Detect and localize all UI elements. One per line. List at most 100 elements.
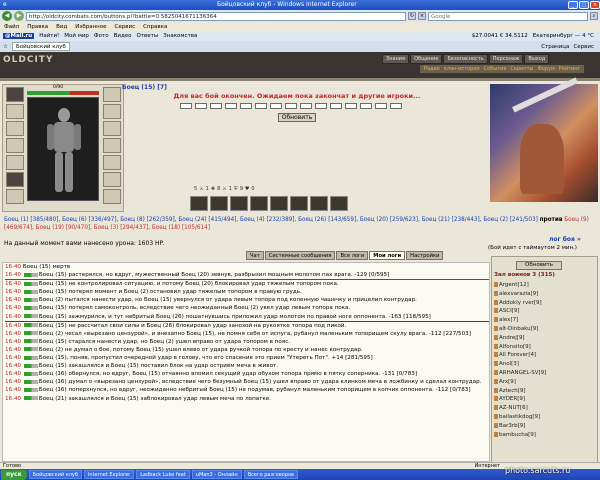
nav-knowledge[interactable]: Знания xyxy=(382,54,410,64)
tab-settings[interactable]: Настройки xyxy=(406,251,444,260)
shield-slot[interactable] xyxy=(103,121,121,136)
taskbar-item[interactable]: Internet Explorer xyxy=(83,470,135,479)
bracer-slot[interactable] xyxy=(6,189,24,204)
battle-log-link[interactable]: лог боя » xyxy=(549,236,581,243)
grid-cell[interactable] xyxy=(345,103,357,109)
tab-my-logs[interactable]: Мои логи xyxy=(369,251,406,260)
toolbar-video[interactable]: Видео xyxy=(114,33,132,39)
grid-cell[interactable] xyxy=(300,103,312,109)
refresh-list-button[interactable]: Обновить xyxy=(516,261,562,270)
nav-security[interactable]: Безопасность xyxy=(443,54,488,64)
skill-icon[interactable] xyxy=(230,196,248,211)
search-input[interactable]: Google xyxy=(428,11,588,21)
grid-cell[interactable] xyxy=(285,103,297,109)
taskbar-item[interactable]: Ladback Luke feat xyxy=(136,470,190,479)
taskbar-item[interactable]: uMan3 - Онлайн xyxy=(191,470,242,479)
player-list-item[interactable]: AZ-NUT[6] xyxy=(494,404,594,413)
subnav-rating[interactable]: Рейтинг xyxy=(559,66,580,72)
player-list-item[interactable]: alexvarazia[9] xyxy=(494,290,594,299)
grid-cell[interactable] xyxy=(315,103,327,109)
grid-cell[interactable] xyxy=(240,103,252,109)
maximize-icon[interactable]: □ xyxy=(579,1,589,9)
weapon-slot[interactable] xyxy=(6,121,24,136)
amulet-slot[interactable] xyxy=(6,104,24,119)
skill-icon[interactable] xyxy=(310,196,328,211)
player-list-item[interactable]: ARHANGEL-SV[9] xyxy=(494,369,594,378)
player-list-item[interactable]: alt-Dinbaku[9] xyxy=(494,325,594,334)
player-list-item[interactable]: Arx[9] xyxy=(494,378,594,387)
grid-cell[interactable] xyxy=(270,103,282,109)
player-list-item[interactable]: Addokly rver[9] xyxy=(494,299,594,308)
subnav-radio[interactable]: Радио xyxy=(424,66,440,72)
start-button[interactable]: пуск xyxy=(1,469,27,480)
player-list-item[interactable]: Andrej[9] xyxy=(494,334,594,343)
gloves-slot[interactable] xyxy=(103,104,121,119)
toolbar-my-world[interactable]: Мой мир xyxy=(64,33,89,39)
menu-help[interactable]: Справка xyxy=(143,24,167,30)
helmet-slot[interactable] xyxy=(6,87,24,102)
taskbar-item[interactable]: Всего разговоров xyxy=(243,470,299,479)
player-list-item[interactable]: Alfonsito[9] xyxy=(494,343,594,352)
toolbar-dating[interactable]: Знакомства xyxy=(163,33,197,39)
menu-file[interactable]: Файл xyxy=(4,24,19,30)
player-list-item[interactable]: AYDER[9] xyxy=(494,395,594,404)
grid-cell[interactable] xyxy=(180,103,192,109)
tools-menu[interactable]: Сервис xyxy=(573,44,594,50)
search-icon[interactable]: ⌕ xyxy=(590,12,598,20)
nav-exit[interactable]: Выход xyxy=(524,54,550,64)
subnav-scripts[interactable]: Скрипты xyxy=(510,66,533,72)
tab-all-logs[interactable]: Все логи xyxy=(336,251,369,260)
stop-icon[interactable]: × xyxy=(418,12,426,20)
player-list-item[interactable]: Anol[3] xyxy=(494,360,594,369)
armor-slot[interactable] xyxy=(6,138,24,153)
forward-button[interactable]: ▶ xyxy=(14,11,24,21)
toolbar-answers[interactable]: Ответы xyxy=(137,33,159,39)
player-list-item[interactable]: ASCI[9] xyxy=(494,307,594,316)
opponent-header[interactable]: Боец (15) [7] xyxy=(122,84,167,91)
player-list-item[interactable]: All Forever[4] xyxy=(494,351,594,360)
belt-slot[interactable] xyxy=(6,155,24,170)
url-input[interactable]: http://oldcity.combats.com/buttons.pl?ba… xyxy=(26,11,406,21)
player-list-item[interactable]: Aztech[9] xyxy=(494,387,594,396)
skill-icon[interactable] xyxy=(190,196,208,211)
refresh-icon[interactable]: ↻ xyxy=(408,12,416,20)
menu-edit[interactable]: Правка xyxy=(27,24,48,30)
back-button[interactable]: ◀ xyxy=(2,11,12,21)
menu-tools[interactable]: Сервис xyxy=(115,24,136,30)
mailru-logo[interactable]: @Mail.ru xyxy=(3,33,35,39)
belt2-slot[interactable] xyxy=(103,172,121,187)
skill-icon[interactable] xyxy=(290,196,308,211)
star-icon[interactable]: ☆ xyxy=(3,44,8,50)
player-list-item[interactable]: alex[7] xyxy=(494,316,594,325)
skill-icon[interactable] xyxy=(270,196,288,211)
player-list-item[interactable]: bailastikdog[9] xyxy=(494,413,594,422)
leggings-slot[interactable] xyxy=(103,138,121,153)
earring-slot[interactable] xyxy=(103,87,121,102)
grid-cell[interactable] xyxy=(360,103,372,109)
grid-cell[interactable] xyxy=(390,103,402,109)
boots-slot[interactable] xyxy=(103,155,121,170)
grid-cell[interactable] xyxy=(330,103,342,109)
skill-icon[interactable] xyxy=(250,196,268,211)
extra-slot[interactable] xyxy=(103,189,121,204)
refresh-battle-button[interactable]: Обновить xyxy=(278,113,316,122)
subnav-events[interactable]: События xyxy=(484,66,507,72)
grid-cell[interactable] xyxy=(210,103,222,109)
grid-cell[interactable] xyxy=(255,103,267,109)
tab-chat[interactable]: Чат xyxy=(246,251,264,260)
team-1-list[interactable]: Боец (1) [385/480], Боец (6) [336/497], … xyxy=(4,217,538,223)
tab-system[interactable]: Системные сообщения xyxy=(264,251,336,260)
player-list-item[interactable]: bambucha[9] xyxy=(494,431,594,440)
player-list-item[interactable]: Bar3rb[9] xyxy=(494,422,594,431)
ring-slot[interactable] xyxy=(6,172,24,187)
close-icon[interactable]: × xyxy=(590,1,600,9)
toolbar-photo[interactable]: Фото xyxy=(94,33,109,39)
page-menu[interactable]: Страница xyxy=(541,44,569,50)
grid-cell[interactable] xyxy=(375,103,387,109)
taskbar-item[interactable]: Бойцовский клуб xyxy=(28,470,82,479)
skill-icon[interactable] xyxy=(330,196,348,211)
grid-cell[interactable] xyxy=(225,103,237,109)
menu-favorites[interactable]: Избранное xyxy=(75,24,106,30)
tab-active[interactable]: Бойцовский клуб xyxy=(11,42,70,51)
subnav-clan-history[interactable]: клан-история xyxy=(444,66,480,72)
